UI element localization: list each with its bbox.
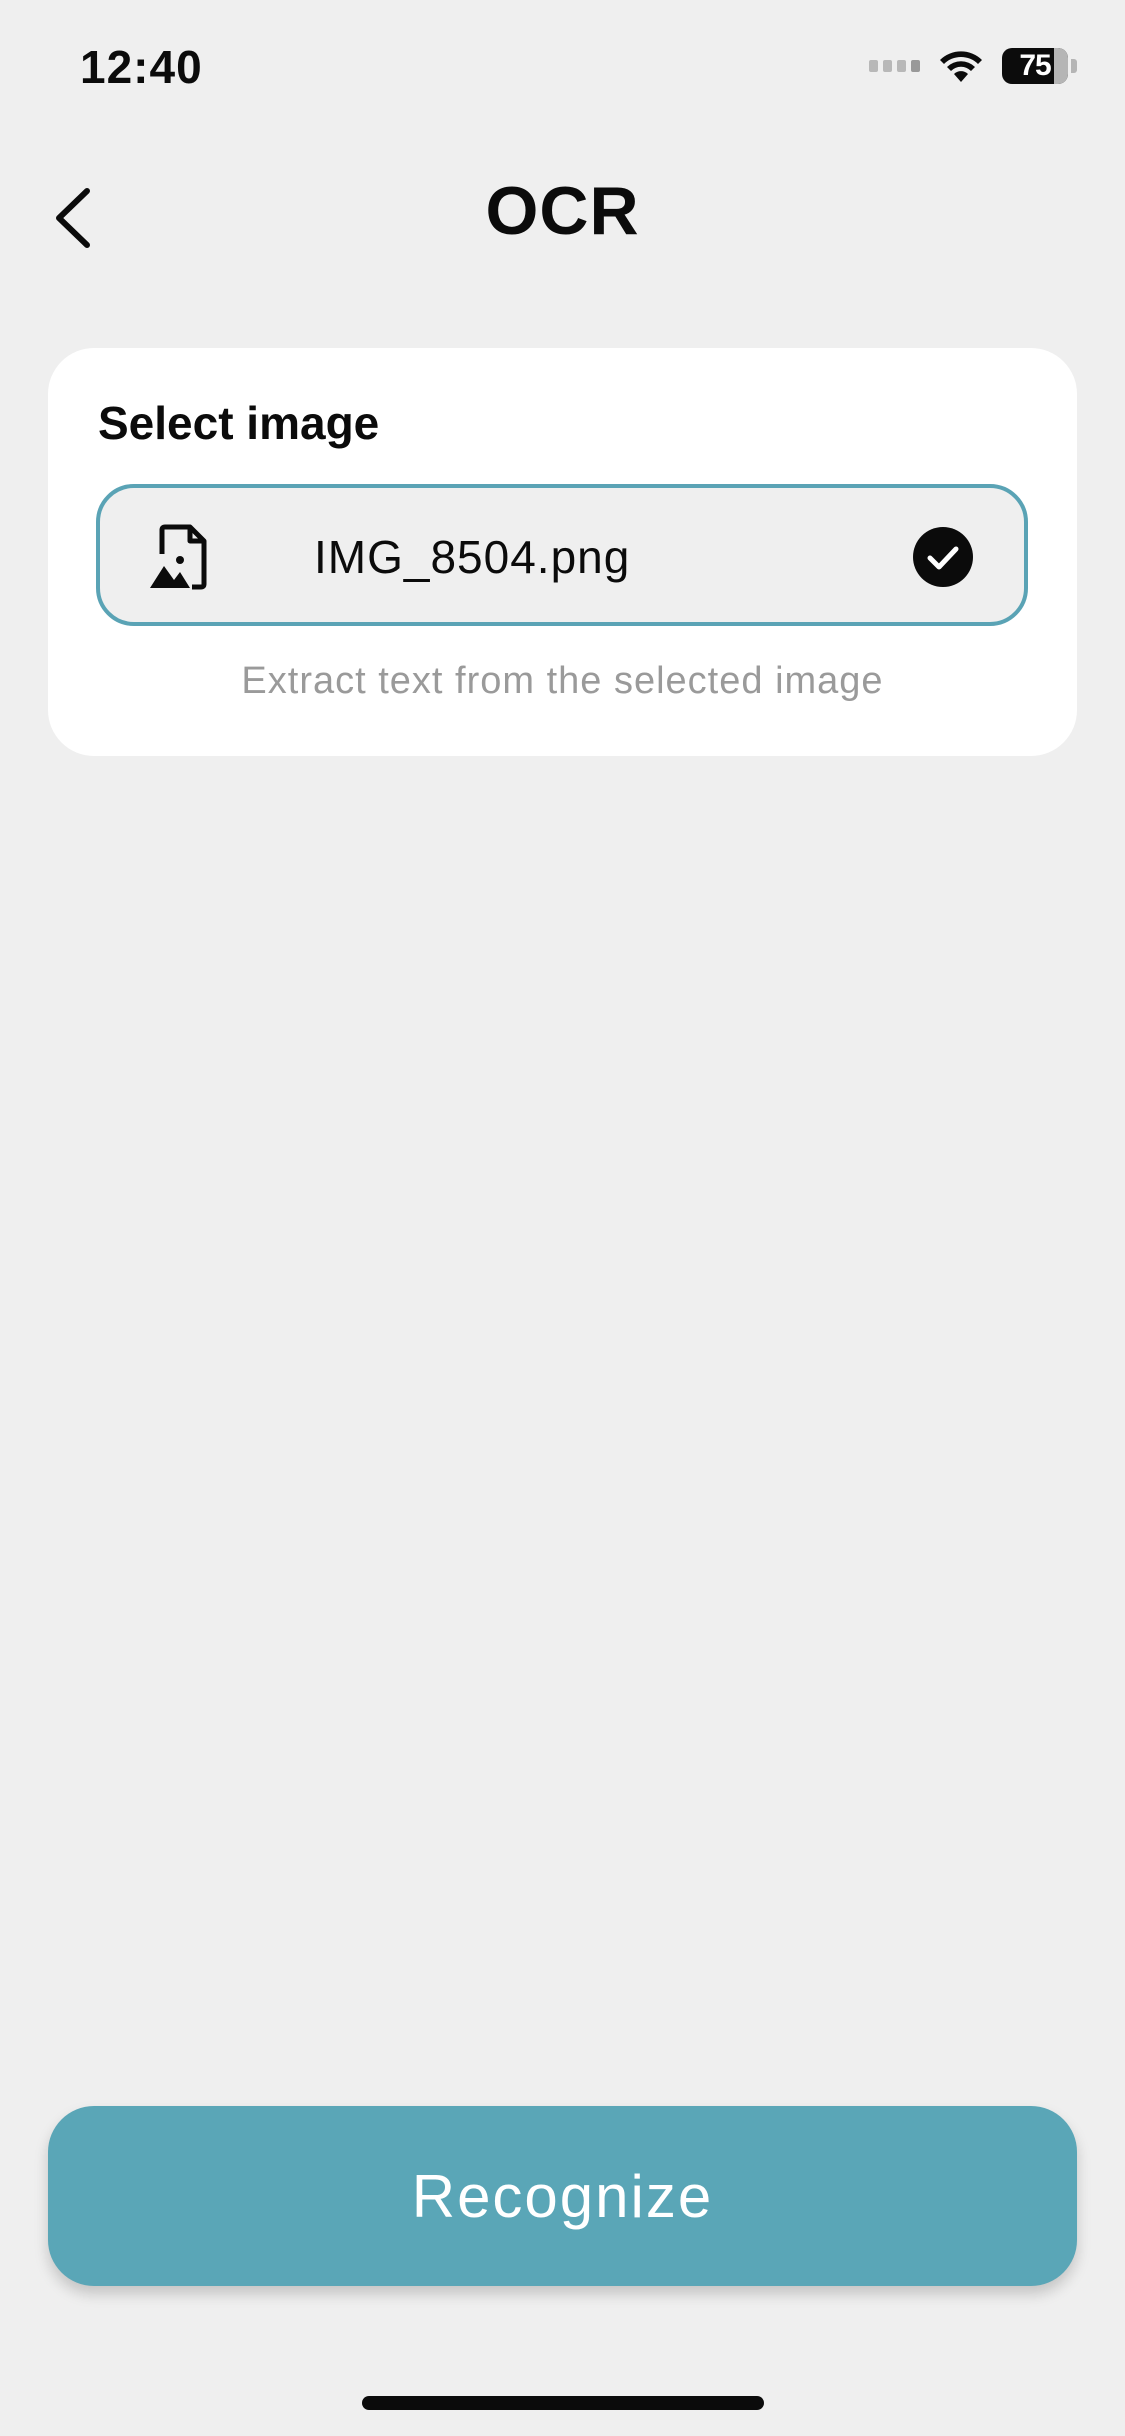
select-image-card: Select image IMG_8504.png Extract text f… <box>48 348 1077 756</box>
battery-icon: 75 <box>1002 48 1077 84</box>
card-heading: Select image <box>98 397 380 449</box>
wifi-icon <box>938 48 984 84</box>
status-time: 12:40 <box>80 41 203 93</box>
file-name: IMG_8504.png <box>314 531 631 583</box>
status-icons: 75 <box>869 48 1077 84</box>
home-indicator <box>362 2396 764 2410</box>
hint-text: Extract text from the selected image <box>241 660 884 702</box>
image-file-icon <box>150 524 207 590</box>
ocr-screen: 12:40 75 OCR Select image IMG_8504.png E… <box>0 0 1125 2436</box>
battery-level: 75 <box>1019 49 1051 82</box>
recognize-button[interactable]: Recognize <box>48 2106 1077 2286</box>
signal-icon <box>869 60 920 72</box>
page-title: OCR <box>485 173 640 249</box>
selected-file-row[interactable]: IMG_8504.png <box>96 484 1028 626</box>
check-circle-icon <box>913 527 973 587</box>
